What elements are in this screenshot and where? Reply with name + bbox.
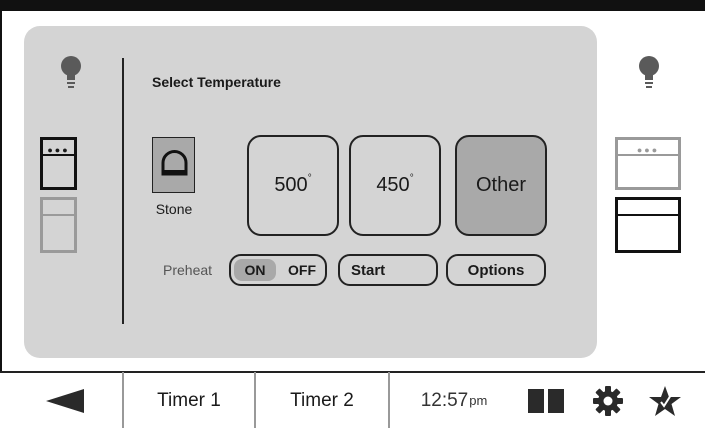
settings-button[interactable] [590, 373, 626, 428]
options-button[interactable]: Options [446, 254, 546, 286]
right-oven-light-icon[interactable] [637, 55, 661, 91]
gear-icon [593, 385, 623, 416]
stone-button[interactable] [152, 137, 195, 193]
preheat-on-option[interactable]: ON [234, 259, 276, 281]
temp-500-value: 500 [274, 174, 308, 196]
temp-other-label: Other [475, 174, 527, 196]
back-arrow-icon [46, 388, 84, 413]
temp-450-button[interactable]: 450 ° [349, 135, 441, 236]
page-title: Select Temperature [152, 74, 281, 90]
clock-time: 12:57 [420, 389, 469, 411]
bar-separator [388, 372, 390, 428]
split-view-button[interactable] [526, 373, 566, 428]
temp-other-button[interactable]: Other [455, 135, 547, 236]
preheat-off-option[interactable]: OFF [281, 259, 323, 281]
back-button[interactable] [40, 373, 90, 428]
favorites-button[interactable] [644, 373, 686, 428]
left-frame-border [0, 0, 2, 428]
degree-symbol: ° [409, 173, 414, 184]
right-upper-oven-icon[interactable]: ●●● [615, 137, 681, 190]
top-frame-border [0, 0, 705, 11]
clock-ampm: pm [469, 393, 488, 408]
star-icon [649, 385, 681, 416]
clock-display: 12:57 pm [398, 373, 510, 428]
temp-500-button[interactable]: 500 ° [247, 135, 339, 236]
left-upper-oven-icon[interactable]: ●●● [40, 137, 77, 190]
split-view-icon [528, 388, 564, 413]
stone-oven-icon [161, 150, 188, 176]
temp-450-value: 450 [376, 174, 410, 196]
left-oven-light-icon[interactable] [59, 55, 83, 91]
timer-1-button[interactable]: Timer 1 [124, 373, 254, 428]
preheat-toggle[interactable]: ON OFF [229, 254, 327, 286]
right-lower-oven-icon[interactable] [615, 197, 681, 253]
degree-symbol: ° [307, 173, 312, 184]
start-button[interactable]: Start [338, 254, 438, 286]
preheat-label: Preheat [163, 262, 213, 278]
panel-divider [122, 58, 124, 324]
left-lower-oven-icon[interactable] [40, 197, 77, 253]
stone-label: Stone [155, 201, 193, 217]
timer-2-button[interactable]: Timer 2 [256, 373, 388, 428]
